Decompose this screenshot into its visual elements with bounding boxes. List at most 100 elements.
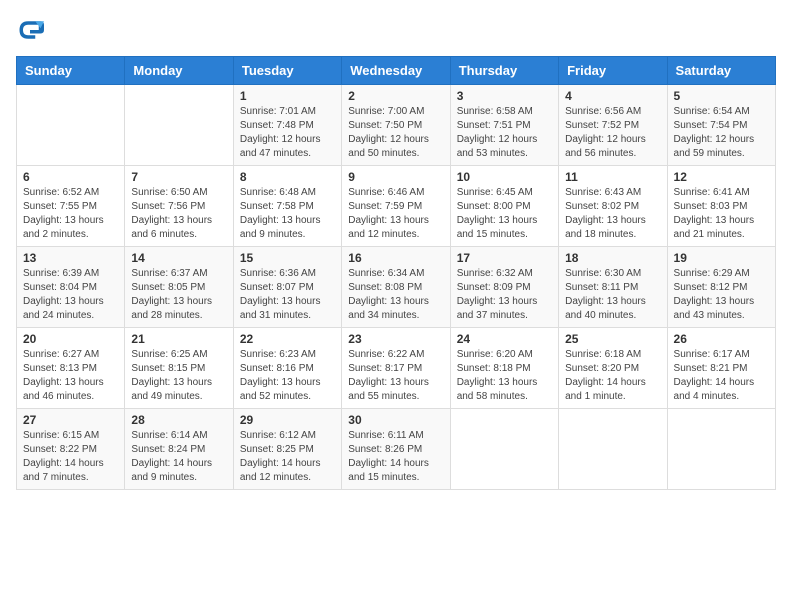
day-info: Sunrise: 7:01 AM Sunset: 7:48 PM Dayligh… (240, 105, 335, 161)
day-number: 28 (131, 413, 226, 427)
day-info: Sunrise: 6:45 AM Sunset: 8:00 PM Dayligh… (457, 186, 552, 242)
column-header-sunday: Sunday (17, 57, 125, 85)
calendar-cell: 1 Sunrise: 7:01 AM Sunset: 7:48 PM Daylig… (233, 85, 341, 166)
calendar-header-row: SundayMondayTuesdayWednesdayThursdayFrid… (17, 57, 776, 85)
calendar-cell: 27 Sunrise: 6:15 AM Sunset: 8:22 PM Dayli… (17, 409, 125, 490)
calendar-cell: 3 Sunrise: 6:58 AM Sunset: 7:51 PM Daylig… (450, 85, 558, 166)
calendar-cell: 4 Sunrise: 6:56 AM Sunset: 7:52 PM Daylig… (559, 85, 667, 166)
calendar-cell: 2 Sunrise: 7:00 AM Sunset: 7:50 PM Daylig… (342, 85, 450, 166)
day-number: 1 (240, 89, 335, 103)
calendar-cell: 13 Sunrise: 6:39 AM Sunset: 8:04 PM Dayli… (17, 247, 125, 328)
calendar-week-2: 6 Sunrise: 6:52 AM Sunset: 7:55 PM Daylig… (17, 166, 776, 247)
calendar-cell: 23 Sunrise: 6:22 AM Sunset: 8:17 PM Dayli… (342, 328, 450, 409)
column-header-tuesday: Tuesday (233, 57, 341, 85)
day-number: 30 (348, 413, 443, 427)
day-info: Sunrise: 6:48 AM Sunset: 7:58 PM Dayligh… (240, 186, 335, 242)
column-header-monday: Monday (125, 57, 233, 85)
day-info: Sunrise: 6:29 AM Sunset: 8:12 PM Dayligh… (674, 267, 769, 323)
calendar-cell: 22 Sunrise: 6:23 AM Sunset: 8:16 PM Dayli… (233, 328, 341, 409)
calendar-cell: 19 Sunrise: 6:29 AM Sunset: 8:12 PM Dayli… (667, 247, 775, 328)
day-number: 16 (348, 251, 443, 265)
calendar-table: SundayMondayTuesdayWednesdayThursdayFrid… (16, 56, 776, 490)
calendar-week-5: 27 Sunrise: 6:15 AM Sunset: 8:22 PM Dayli… (17, 409, 776, 490)
column-header-wednesday: Wednesday (342, 57, 450, 85)
day-number: 18 (565, 251, 660, 265)
day-number: 2 (348, 89, 443, 103)
day-number: 4 (565, 89, 660, 103)
page-header (16, 16, 776, 44)
calendar-week-4: 20 Sunrise: 6:27 AM Sunset: 8:13 PM Dayli… (17, 328, 776, 409)
calendar-cell (17, 85, 125, 166)
day-number: 10 (457, 170, 552, 184)
day-number: 22 (240, 332, 335, 346)
day-number: 13 (23, 251, 118, 265)
calendar-cell: 10 Sunrise: 6:45 AM Sunset: 8:00 PM Dayli… (450, 166, 558, 247)
calendar-cell: 25 Sunrise: 6:18 AM Sunset: 8:20 PM Dayli… (559, 328, 667, 409)
day-info: Sunrise: 6:18 AM Sunset: 8:20 PM Dayligh… (565, 348, 660, 404)
calendar-cell: 6 Sunrise: 6:52 AM Sunset: 7:55 PM Daylig… (17, 166, 125, 247)
calendar-cell: 5Sunrise: 6:54 AM Sunset: 7:54 PM Daylig… (667, 85, 775, 166)
calendar-cell: 8 Sunrise: 6:48 AM Sunset: 7:58 PM Daylig… (233, 166, 341, 247)
day-number: 8 (240, 170, 335, 184)
day-info: Sunrise: 6:15 AM Sunset: 8:22 PM Dayligh… (23, 429, 118, 485)
day-number: 25 (565, 332, 660, 346)
day-info: Sunrise: 6:36 AM Sunset: 8:07 PM Dayligh… (240, 267, 335, 323)
day-info: Sunrise: 6:32 AM Sunset: 8:09 PM Dayligh… (457, 267, 552, 323)
day-info: Sunrise: 6:12 AM Sunset: 8:25 PM Dayligh… (240, 429, 335, 485)
day-number: 24 (457, 332, 552, 346)
calendar-cell (559, 409, 667, 490)
column-header-saturday: Saturday (667, 57, 775, 85)
logo (16, 16, 48, 44)
calendar-cell: 17 Sunrise: 6:32 AM Sunset: 8:09 PM Dayli… (450, 247, 558, 328)
day-info: Sunrise: 6:11 AM Sunset: 8:26 PM Dayligh… (348, 429, 443, 485)
day-number: 26 (674, 332, 769, 346)
day-number: 6 (23, 170, 118, 184)
day-number: 9 (348, 170, 443, 184)
day-info: Sunrise: 6:43 AM Sunset: 8:02 PM Dayligh… (565, 186, 660, 242)
column-header-friday: Friday (559, 57, 667, 85)
day-info: Sunrise: 6:37 AM Sunset: 8:05 PM Dayligh… (131, 267, 226, 323)
calendar-cell: 28Sunrise: 6:14 AM Sunset: 8:24 PM Dayli… (125, 409, 233, 490)
calendar-week-3: 13 Sunrise: 6:39 AM Sunset: 8:04 PM Dayli… (17, 247, 776, 328)
calendar-cell (667, 409, 775, 490)
day-number: 23 (348, 332, 443, 346)
day-info: Sunrise: 6:23 AM Sunset: 8:16 PM Dayligh… (240, 348, 335, 404)
day-info: Sunrise: 6:41 AM Sunset: 8:03 PM Dayligh… (674, 186, 769, 242)
calendar-cell: 26 Sunrise: 6:17 AM Sunset: 8:21 PM Dayli… (667, 328, 775, 409)
calendar-cell: 29 Sunrise: 6:12 AM Sunset: 8:25 PM Dayli… (233, 409, 341, 490)
day-number: 14 (131, 251, 226, 265)
day-number: 15 (240, 251, 335, 265)
calendar-cell: 14 Sunrise: 6:37 AM Sunset: 8:05 PM Dayli… (125, 247, 233, 328)
calendar-cell: 21Sunrise: 6:25 AM Sunset: 8:15 PM Dayli… (125, 328, 233, 409)
day-info: Sunrise: 6:56 AM Sunset: 7:52 PM Dayligh… (565, 105, 660, 161)
day-number: 20 (23, 332, 118, 346)
day-info: Sunrise: 6:27 AM Sunset: 8:13 PM Dayligh… (23, 348, 118, 404)
day-info: Sunrise: 6:39 AM Sunset: 8:04 PM Dayligh… (23, 267, 118, 323)
day-info: Sunrise: 6:50 AM Sunset: 7:56 PM Dayligh… (131, 186, 226, 242)
day-info: Sunrise: 7:00 AM Sunset: 7:50 PM Dayligh… (348, 105, 443, 161)
day-info: Sunrise: 6:54 AM Sunset: 7:54 PM Dayligh… (674, 105, 769, 161)
day-number: 29 (240, 413, 335, 427)
calendar-cell: 24Sunrise: 6:20 AM Sunset: 8:18 PM Dayli… (450, 328, 558, 409)
day-number: 12 (674, 170, 769, 184)
day-number: 19 (674, 251, 769, 265)
day-number: 7 (131, 170, 226, 184)
day-info: Sunrise: 6:17 AM Sunset: 8:21 PM Dayligh… (674, 348, 769, 404)
day-info: Sunrise: 6:22 AM Sunset: 8:17 PM Dayligh… (348, 348, 443, 404)
calendar-cell: 15 Sunrise: 6:36 AM Sunset: 8:07 PM Dayli… (233, 247, 341, 328)
calendar-cell: 11Sunrise: 6:43 AM Sunset: 8:02 PM Dayli… (559, 166, 667, 247)
column-header-thursday: Thursday (450, 57, 558, 85)
day-number: 21 (131, 332, 226, 346)
day-number: 17 (457, 251, 552, 265)
calendar-cell: 12 Sunrise: 6:41 AM Sunset: 8:03 PM Dayli… (667, 166, 775, 247)
logo-icon (16, 16, 44, 44)
day-number: 3 (457, 89, 552, 103)
day-info: Sunrise: 6:58 AM Sunset: 7:51 PM Dayligh… (457, 105, 552, 161)
day-info: Sunrise: 6:46 AM Sunset: 7:59 PM Dayligh… (348, 186, 443, 242)
calendar-cell: 7 Sunrise: 6:50 AM Sunset: 7:56 PM Daylig… (125, 166, 233, 247)
calendar-week-1: 1 Sunrise: 7:01 AM Sunset: 7:48 PM Daylig… (17, 85, 776, 166)
calendar-cell (125, 85, 233, 166)
day-number: 27 (23, 413, 118, 427)
day-info: Sunrise: 6:34 AM Sunset: 8:08 PM Dayligh… (348, 267, 443, 323)
day-info: Sunrise: 6:52 AM Sunset: 7:55 PM Dayligh… (23, 186, 118, 242)
